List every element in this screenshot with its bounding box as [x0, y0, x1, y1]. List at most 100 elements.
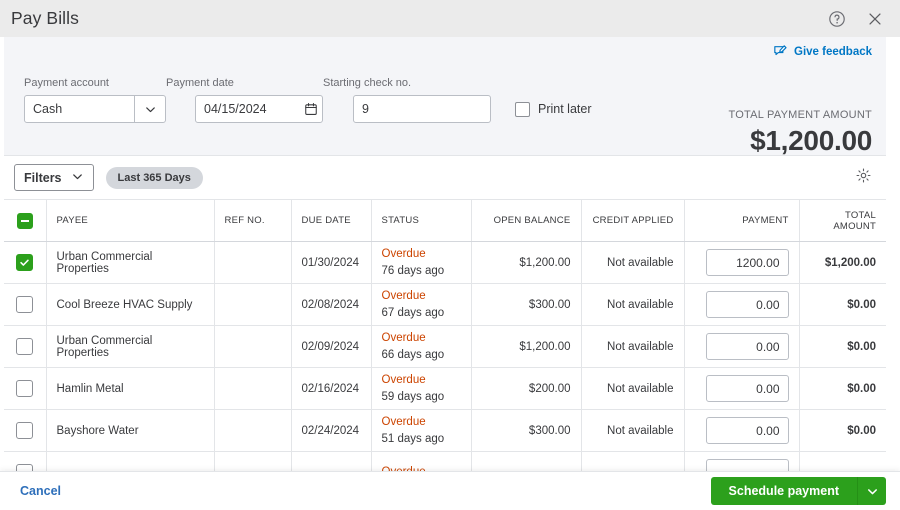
cell-payee: Bayshore Water [45, 409, 214, 452]
cell-due-date: 02/24/2024 [290, 409, 371, 452]
cell-open-balance: $1,200.00 [470, 325, 581, 368]
print-later-label: Print later [538, 102, 592, 116]
cell-total-amount: $1,200.00 [798, 241, 886, 284]
cell-payee: Urban Commercial Properties [45, 241, 214, 284]
starting-check-no-label: Starting check no. [323, 77, 412, 89]
column-header-payment[interactable]: PAYMENT [683, 199, 799, 242]
payment-input[interactable] [705, 417, 789, 444]
chevron-down-icon[interactable] [857, 477, 886, 505]
cell-credit-applied: Not available [580, 283, 684, 326]
row-checkbox[interactable] [16, 464, 34, 471]
starting-check-no-input-wrap[interactable] [353, 95, 491, 123]
primary-action-group: Schedule payment [710, 477, 886, 505]
table-row[interactable]: Cool Breeze HVAC Supply 02/08/2024 Overd… [4, 283, 886, 326]
cancel-button[interactable]: Cancel [20, 484, 61, 498]
row-checkbox[interactable] [16, 338, 34, 355]
form-fields: Payment account Cash Payment date 04/15/… [24, 77, 592, 123]
cell-credit-applied: Not available [580, 241, 684, 284]
cell-status: Overdue 66 days ago [370, 325, 471, 368]
dialog-footer: Cancel Schedule payment [0, 471, 900, 510]
payment-account-label: Payment account [24, 77, 109, 89]
status-badge: Overdue [381, 415, 426, 428]
table-row[interactable]: Overdue [4, 451, 886, 471]
select-all-cell [4, 199, 46, 242]
row-select-cell [4, 283, 46, 326]
give-feedback-link[interactable]: Give feedback [773, 44, 872, 59]
close-icon[interactable] [866, 10, 884, 28]
cell-payee: Urban Commercial Properties [45, 325, 214, 368]
cell-total-amount: $0.00 [798, 283, 886, 326]
help-circle-icon[interactable] [828, 10, 846, 28]
cell-payment [683, 325, 799, 368]
cell-credit-applied: Not available [580, 367, 684, 410]
payment-date-input[interactable] [196, 96, 301, 122]
row-checkbox-checked[interactable] [16, 254, 34, 271]
starting-check-no-input[interactable] [354, 96, 490, 122]
cell-ref-no [213, 451, 291, 471]
cell-payment [683, 451, 799, 471]
status-badge: Overdue [381, 373, 426, 386]
row-checkbox[interactable] [16, 422, 34, 439]
payment-input[interactable] [705, 333, 789, 360]
table-body: Urban Commercial Properties 01/30/2024 O… [4, 241, 886, 471]
payment-input[interactable] [705, 459, 789, 471]
column-header-due-date[interactable]: DUE DATE [290, 199, 371, 242]
payment-date-input-wrap[interactable] [195, 95, 323, 123]
gear-icon[interactable] [855, 167, 872, 189]
cell-status: Overdue 67 days ago [370, 283, 471, 326]
table-row[interactable]: Urban Commercial Properties 01/30/2024 O… [4, 241, 886, 284]
cell-status: Overdue [370, 451, 471, 471]
schedule-payment-button[interactable]: Schedule payment [710, 477, 857, 505]
total-payment-amount: TOTAL PAYMENT AMOUNT $1,200.00 [728, 109, 872, 157]
row-checkbox[interactable] [16, 380, 34, 397]
dialog-body: Give feedback Payment account Cash Payme… [4, 37, 886, 471]
select-all-checkbox[interactable] [16, 212, 33, 229]
cell-payment [683, 367, 799, 410]
chevron-down-icon[interactable] [135, 103, 165, 116]
cell-open-balance: $200.00 [470, 367, 581, 410]
print-later-checkbox[interactable] [515, 101, 530, 117]
column-header-status[interactable]: STATUS [370, 199, 471, 242]
cell-payee [45, 451, 214, 471]
cell-open-balance [470, 451, 581, 471]
cell-credit-applied [580, 451, 684, 471]
row-checkbox[interactable] [16, 296, 34, 313]
status-days-ago: 67 days ago [381, 306, 445, 319]
payment-input[interactable] [705, 291, 789, 318]
status-days-ago: 59 days ago [381, 390, 445, 403]
column-header-ref-no[interactable]: REF NO. [213, 199, 291, 242]
column-header-total-amount[interactable]: TOTAL AMOUNT [798, 199, 886, 242]
payment-input[interactable] [705, 249, 789, 276]
cell-ref-no [213, 241, 291, 284]
status-badge: Overdue [381, 247, 426, 260]
dialog-titlebar: Pay Bills [0, 0, 900, 37]
status-days-ago: 76 days ago [381, 264, 445, 277]
titlebar-actions [828, 10, 884, 28]
cell-ref-no [213, 409, 291, 452]
row-select-cell [4, 325, 46, 368]
date-range-chip-label: Last 365 Days [117, 171, 191, 184]
cell-status: Overdue 59 days ago [370, 367, 471, 410]
row-select-cell [4, 241, 46, 284]
filters-label: Filters [24, 170, 62, 185]
column-header-payee[interactable]: PAYEE [45, 199, 214, 242]
print-later-option[interactable]: Print later [515, 95, 592, 123]
table-row[interactable]: Urban Commercial Properties 02/09/2024 O… [4, 325, 886, 368]
total-payment-label: TOTAL PAYMENT AMOUNT [728, 109, 872, 121]
calendar-icon[interactable] [301, 102, 322, 116]
cell-payment [683, 283, 799, 326]
payment-input[interactable] [705, 375, 789, 402]
date-range-chip[interactable]: Last 365 Days [105, 166, 203, 189]
table-row[interactable]: Bayshore Water 02/24/2024 Overdue 51 day… [4, 409, 886, 452]
cell-total-amount: $0.00 [798, 325, 886, 368]
payment-date-label: Payment date [166, 77, 234, 89]
cell-status: Overdue 51 days ago [370, 409, 471, 452]
column-header-open-balance[interactable]: OPEN BALANCE [470, 199, 581, 242]
filters-button[interactable]: Filters [14, 164, 94, 191]
table-row[interactable]: Hamlin Metal 02/16/2024 Overdue 59 days … [4, 367, 886, 410]
column-header-credit-applied[interactable]: CREDIT APPLIED [580, 199, 684, 242]
cell-due-date: 02/08/2024 [290, 283, 371, 326]
cell-payee: Cool Breeze HVAC Supply [45, 283, 214, 326]
status-badge: Overdue [381, 289, 426, 302]
payment-account-select[interactable]: Cash [24, 95, 166, 123]
